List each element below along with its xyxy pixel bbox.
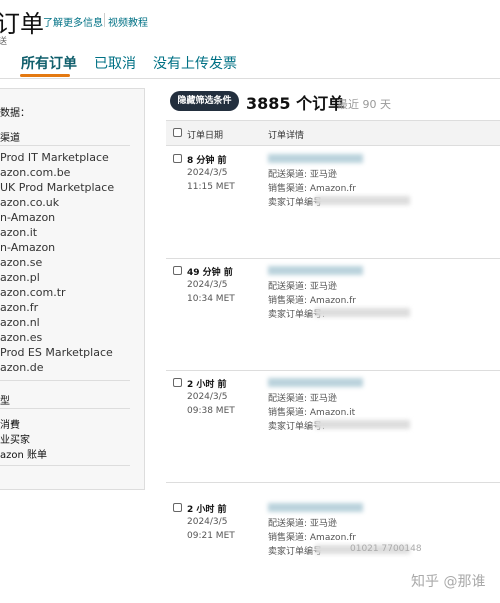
select-all-checkbox[interactable] xyxy=(173,128,182,137)
column-order-details[interactable]: 订单详情 xyxy=(268,128,304,141)
seller-order-number-label: 卖家订单编号 xyxy=(268,547,323,557)
sales-channel: 销售渠道: Amazon.fr xyxy=(268,184,356,194)
divider xyxy=(0,145,130,146)
channel-filter-item[interactable]: n-Amazon xyxy=(0,211,55,224)
video-tutorial-link[interactable]: 视频教程 xyxy=(108,14,148,29)
product-name-blurred[interactable] xyxy=(268,154,363,163)
seller-order-number: 01021 7700148 xyxy=(350,544,422,554)
sales-channel: 销售渠道: Amazon.fr xyxy=(268,533,356,543)
learn-more-link[interactable]: 了解更多信息 xyxy=(43,14,103,29)
divider xyxy=(0,78,500,79)
channel-filter-item[interactable]: UK Prod Marketplace xyxy=(0,181,114,194)
type-header: 型 xyxy=(0,396,10,407)
channel-header: 渠道 xyxy=(0,133,20,144)
shipping-channel: 配送渠道: 亚马逊 xyxy=(268,170,337,180)
order-relative-time: 49 分钟 前 xyxy=(187,268,233,278)
shipping-channel: 配送渠道: 亚马逊 xyxy=(268,394,337,404)
divider xyxy=(0,380,130,381)
sales-channel: 销售渠道: Amazon.it xyxy=(268,408,356,418)
channel-filter-item[interactable]: azon.fr xyxy=(0,301,38,314)
row-checkbox[interactable] xyxy=(173,154,182,163)
seller-order-number-blurred xyxy=(315,196,410,205)
hide-filters-button[interactable]: 隐藏筛选条件 xyxy=(170,91,239,111)
channel-filter-item[interactable]: azon.com.tr xyxy=(0,286,66,299)
order-date: 2024/3/5 xyxy=(187,517,228,527)
order-date: 2024/3/5 xyxy=(187,168,228,178)
tab-no-invoice[interactable]: 没有上传发票 xyxy=(153,53,237,73)
row-divider xyxy=(166,370,500,371)
order-count: 3885 个订单 xyxy=(246,94,345,113)
type-filter-item[interactable]: 业买家 xyxy=(0,431,30,446)
channel-filter-item[interactable]: azon.it xyxy=(0,226,37,239)
channel-filter-item[interactable]: azon.co.uk xyxy=(0,196,59,209)
order-time: 09:38 MET xyxy=(187,406,235,416)
sales-channel: 销售渠道: Amazon.fr xyxy=(268,296,356,306)
divider xyxy=(0,465,130,466)
order-date: 2024/3/5 xyxy=(187,280,228,290)
channel-filter-item[interactable]: azon.es xyxy=(0,331,42,344)
tab-all-orders[interactable]: 所有订单 xyxy=(21,53,77,73)
product-name-blurred[interactable] xyxy=(268,266,363,275)
watermark: 知乎 @那谁 xyxy=(411,574,486,590)
divider xyxy=(0,408,130,409)
active-tab-indicator xyxy=(20,74,70,77)
row-checkbox[interactable] xyxy=(173,266,182,275)
order-relative-time: 2 小时 前 xyxy=(187,505,227,515)
order-relative-time: 8 分钟 前 xyxy=(187,156,227,166)
type-filter-item[interactable]: 消費 xyxy=(0,416,20,431)
shipping-channel: 配送渠道: 亚马逊 xyxy=(268,519,337,529)
channel-filter-item[interactable]: azon.de xyxy=(0,361,43,374)
row-checkbox[interactable] xyxy=(173,503,182,512)
tab-cancelled[interactable]: 已取消 xyxy=(94,53,136,73)
row-divider xyxy=(166,258,500,259)
type-filter-item[interactable]: azon 账单 xyxy=(0,446,47,461)
seller-order-number-label: 卖家订单编号 xyxy=(268,198,323,208)
row-divider xyxy=(166,482,500,483)
order-time: 11:15 MET xyxy=(187,182,235,192)
shipping-channel: 配送渠道: 亚马逊 xyxy=(268,282,337,292)
order-time: 09:21 MET xyxy=(187,531,235,541)
seller-order-number-blurred xyxy=(315,308,410,317)
channel-filter-item[interactable]: azon.nl xyxy=(0,316,40,329)
divider xyxy=(104,13,105,27)
date-range: 最近 90 天 xyxy=(337,98,391,111)
column-order-date[interactable]: 订单日期 xyxy=(187,128,223,141)
channel-filter-item[interactable]: n-Amazon xyxy=(0,241,55,254)
row-checkbox[interactable] xyxy=(173,378,182,387)
order-date: 2024/3/5 xyxy=(187,392,228,402)
channel-filter-item[interactable]: azon.pl xyxy=(0,271,40,284)
subtitle: 送 xyxy=(0,37,8,47)
seller-order-number-blurred xyxy=(315,420,410,429)
product-name-blurred[interactable] xyxy=(268,503,363,512)
channel-filter-item[interactable]: Prod ES Marketplace xyxy=(0,346,113,359)
order-time: 10:34 MET xyxy=(187,294,235,304)
channel-filter-item[interactable]: azon.com.be xyxy=(0,166,70,179)
order-relative-time: 2 小时 前 xyxy=(187,380,227,390)
channel-filter-item[interactable]: azon.se xyxy=(0,256,42,269)
channel-filter-item[interactable]: Prod IT Marketplace xyxy=(0,151,109,164)
product-name-blurred[interactable] xyxy=(268,378,363,387)
filter-data-label: 数据： xyxy=(0,108,30,119)
